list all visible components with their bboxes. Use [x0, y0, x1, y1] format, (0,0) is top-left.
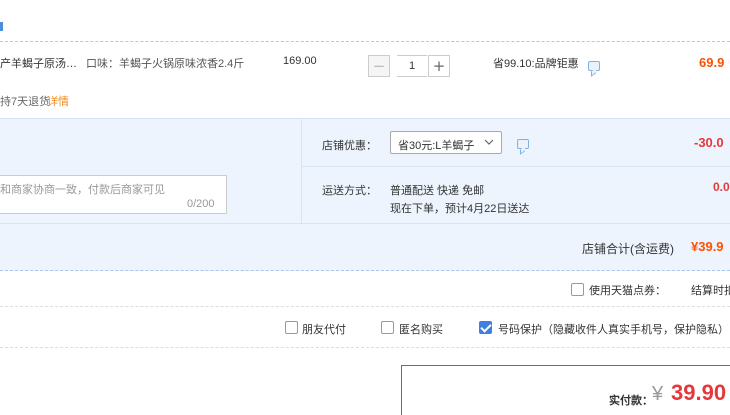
item-sku: 口味：羊蝎子火锅原味浓香2.4斤 [86, 58, 245, 70]
shipping-method: 普通配送 快递 免邮 [390, 185, 485, 197]
friend-pay-label: 朋友代付 [302, 324, 346, 336]
tmall-coupon-checkbox[interactable] [571, 283, 584, 296]
return-policy: 持7天退货 [0, 96, 51, 108]
number-protect-label: 号码保护（隐藏收件人真实手机号，保护隐私） [498, 324, 729, 336]
divider [0, 347, 730, 348]
seller-message-count: 0/200 [187, 198, 215, 210]
quantity-plus-button[interactable]: + [428, 55, 450, 77]
shop-total-value: ¥39.9 [691, 239, 724, 254]
chat-icon[interactable] [517, 139, 529, 149]
shipping-eta: 现在下单，预计4月22日送达 [390, 203, 530, 215]
item-title[interactable]: 产羊蝎子原汤… [0, 55, 77, 71]
panel-divider [301, 166, 730, 167]
divider [0, 306, 730, 307]
shop-total-label: 店铺合计(含运费) [582, 242, 674, 256]
quantity-minus-button[interactable]: − [368, 55, 390, 77]
shop-discount-label: 店铺优惠： [322, 140, 377, 152]
seller-message-placeholder: 和商家协商一致，付款后商家可见 [0, 184, 165, 196]
shipping-amount: 0.0 [713, 180, 730, 194]
anonymous-checkbox[interactable] [381, 321, 394, 334]
settle-time-label: 结算时扣 [691, 285, 730, 297]
chat-icon[interactable] [588, 61, 600, 71]
header-strip [0, 0, 730, 42]
item-subtotal: 69.9 [699, 55, 725, 70]
item-unit-price: 169.00 [283, 55, 317, 67]
panel-divider [301, 119, 302, 223]
item-saving: 省99.10:品牌钜惠 [493, 58, 579, 70]
shop-discount-value: 省30元:L羊蝎子 [398, 140, 475, 152]
shipping-label: 运送方式： [322, 185, 377, 197]
header-marker [0, 22, 3, 31]
detail-link[interactable]: 详情 [47, 93, 69, 109]
panel-divider [0, 223, 730, 224]
friend-pay-checkbox[interactable] [285, 321, 298, 334]
number-protect-checkbox[interactable] [479, 321, 492, 334]
payment-label: 实付款： [609, 395, 653, 407]
payment-amount: 39.90 [671, 380, 727, 405]
shop-discount-amount: -30.0 [694, 135, 724, 150]
payment-currency: ¥ [652, 383, 664, 405]
quantity-input[interactable]: 1 [397, 55, 427, 77]
chevron-down-icon [484, 139, 494, 145]
anonymous-label: 匿名购买 [399, 324, 443, 336]
tmall-coupon-label: 使用天猫点券： [589, 285, 666, 297]
